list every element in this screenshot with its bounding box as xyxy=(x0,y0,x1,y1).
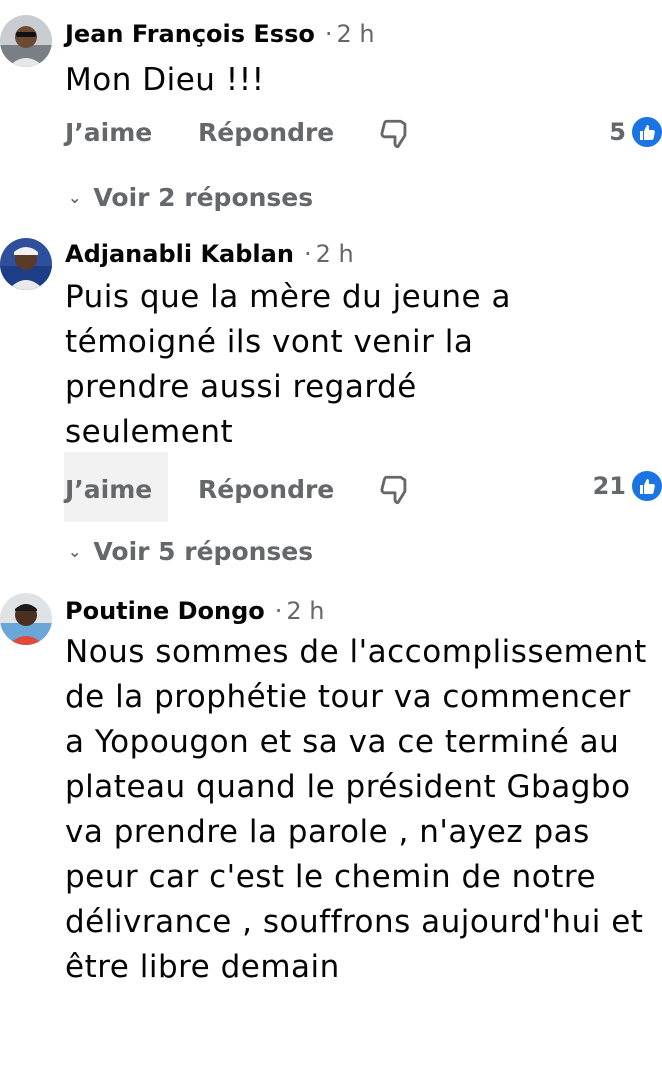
avatar[interactable] xyxy=(0,593,52,645)
reply-button[interactable]: Répondre xyxy=(198,118,334,147)
reaction-count[interactable]: 21 xyxy=(590,472,626,500)
thumbs-down-outline-icon xyxy=(380,475,407,505)
view-replies-link[interactable]: ⌄ Voir 5 réponses xyxy=(68,537,313,566)
comment-actions: J’aime Répondre 21 xyxy=(0,452,662,522)
dislike-button[interactable] xyxy=(378,473,412,507)
comment-header: Adjanabli Kablan · 2 h xyxy=(65,240,354,268)
avatar-photo-icon xyxy=(0,593,52,645)
author-name[interactable]: Jean François Esso xyxy=(65,20,315,48)
author-name[interactable]: Adjanabli Kablan xyxy=(65,240,294,268)
timestamp[interactable]: 2 h xyxy=(286,597,324,625)
thumbs-down-outline-icon xyxy=(380,119,407,149)
comment-text: Puis que la mère du jeune a témoigné ils… xyxy=(65,279,511,450)
comment-2: Adjanabli Kablan · 2 h Puis que la mère du… xyxy=(0,230,662,585)
comment-text: Mon Dieu !!! xyxy=(65,62,265,98)
avatar-photo-icon xyxy=(0,15,52,67)
comment-header: Poutine Dongo · 2 h xyxy=(65,597,325,625)
timestamp[interactable]: 2 h xyxy=(316,240,354,268)
avatar-photo-icon xyxy=(0,238,52,290)
chevron-down-icon: ⌄ xyxy=(68,542,82,561)
reply-button[interactable]: Répondre xyxy=(198,475,334,504)
like-button[interactable]: J’aime xyxy=(65,118,152,147)
view-replies-link[interactable]: ⌄ Voir 2 réponses xyxy=(68,183,313,212)
separator: · xyxy=(324,20,333,48)
timestamp[interactable]: 2 h xyxy=(337,20,375,48)
view-replies-label: Voir 2 réponses xyxy=(93,183,314,212)
comment-text: Nous sommes de l'accomplissement de la p… xyxy=(65,634,647,985)
avatar[interactable] xyxy=(0,15,52,67)
comment-actions: J’aime Répondre 5 xyxy=(0,105,662,165)
separator: · xyxy=(303,240,312,268)
avatar[interactable] xyxy=(0,238,52,290)
author-name[interactable]: Poutine Dongo xyxy=(65,597,265,625)
reaction-count[interactable]: 5 xyxy=(590,118,626,146)
comment-header: Jean François Esso · 2 h xyxy=(65,20,375,48)
like-reaction-icon xyxy=(630,469,662,503)
like-reaction-icon xyxy=(630,115,662,149)
view-replies-label: Voir 5 réponses xyxy=(93,537,314,566)
comment-3: Poutine Dongo · 2 h Nous sommes de l'accom… xyxy=(0,585,662,1080)
dislike-button[interactable] xyxy=(378,117,412,151)
chevron-down-icon: ⌄ xyxy=(68,188,82,207)
comment-1: Jean François Esso · 2 h Mon Dieu !!! J’ai… xyxy=(0,0,662,230)
like-button[interactable]: J’aime xyxy=(65,475,152,504)
separator: · xyxy=(274,597,283,625)
